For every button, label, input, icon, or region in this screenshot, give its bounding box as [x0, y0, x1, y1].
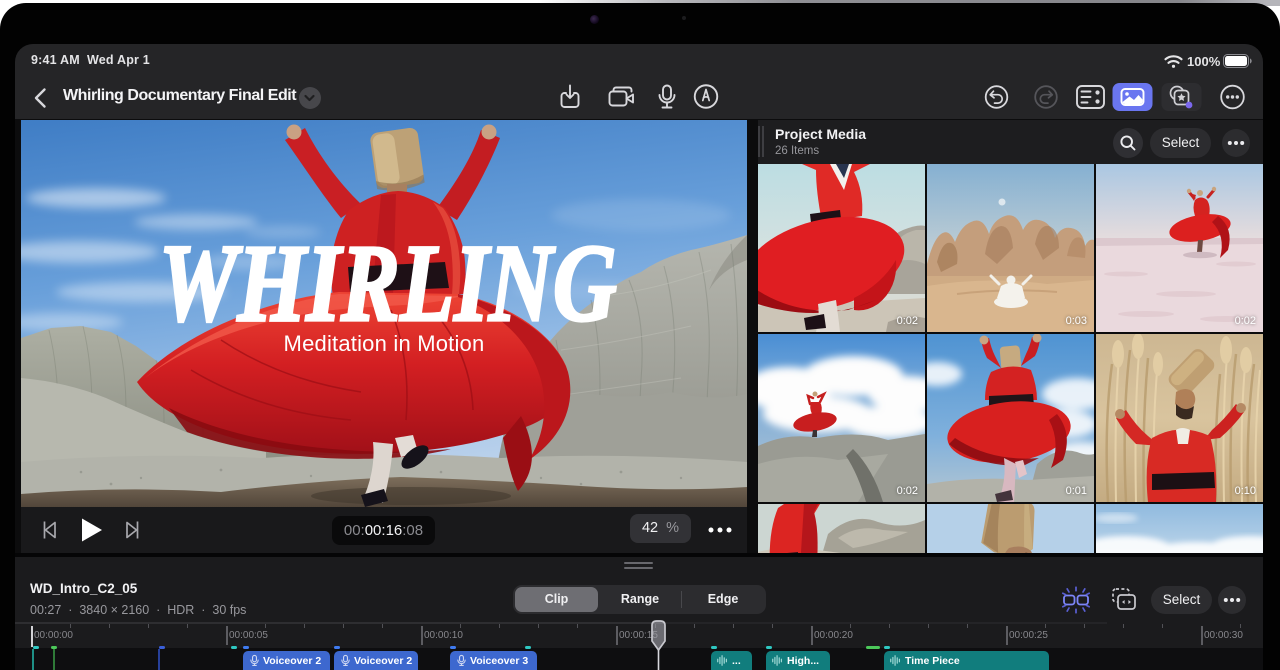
- svg-text:100%: 100%: [1187, 54, 1221, 69]
